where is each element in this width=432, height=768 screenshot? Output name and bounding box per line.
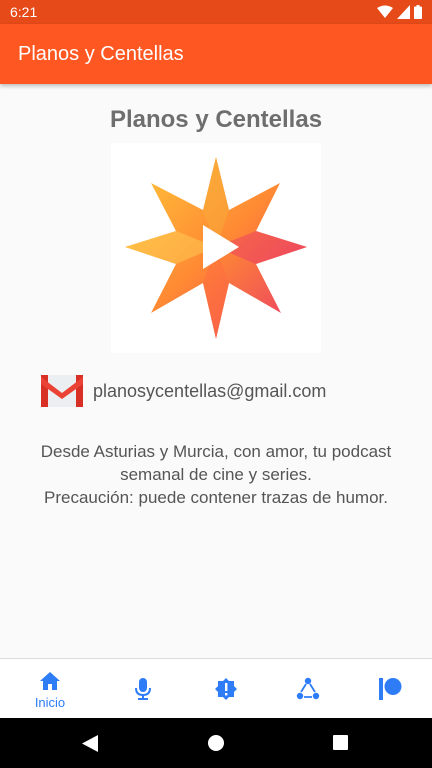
microphone-icon <box>135 678 151 700</box>
recents-icon[interactable] <box>333 735 348 750</box>
patreon-icon <box>379 678 402 700</box>
status-bar: 6:21 <box>0 0 432 24</box>
home-button-icon[interactable] <box>208 735 224 751</box>
nav-item-share[interactable] <box>268 659 348 719</box>
wifi-icon <box>377 5 393 18</box>
gmail-icon <box>41 375 83 407</box>
nav-item-patreon[interactable] <box>350 659 430 719</box>
main-content: Planos y Centellas planosycentellas@gmai… <box>0 84 432 658</box>
page-title: Planos y Centellas <box>109 106 323 133</box>
description-line: semanal de cine y series. <box>120 465 312 484</box>
podcast-logo <box>111 143 321 353</box>
system-navigation-bar <box>0 718 432 768</box>
nav-item-podcast[interactable] <box>103 659 183 719</box>
nav-label-inicio: Inicio <box>34 695 66 710</box>
bottom-navigation: Inicio <box>0 658 432 719</box>
podcast-description: Desde Asturias y Murcia, con amor, tu po… <box>10 440 422 509</box>
alert-badge-icon <box>215 678 237 700</box>
nav-item-alerts[interactable] <box>186 659 266 719</box>
app-bar-title: Planos y Centellas <box>18 43 184 65</box>
status-time: 6:21 <box>10 4 38 20</box>
cell-signal-icon <box>397 5 410 19</box>
description-line: Desde Asturias y Murcia, con amor, tu po… <box>40 442 392 461</box>
status-icons <box>377 5 422 19</box>
nav-item-inicio[interactable]: Inicio <box>10 659 90 719</box>
share-icon <box>296 677 320 700</box>
back-icon[interactable] <box>82 735 98 752</box>
battery-icon <box>414 5 422 19</box>
app-bar: Planos y Centellas <box>0 24 432 84</box>
star-play-logo-icon <box>125 157 307 339</box>
email-contact[interactable]: planosycentellas@gmail.com <box>41 374 326 408</box>
email-address[interactable]: planosycentellas@gmail.com <box>93 381 326 402</box>
home-icon <box>40 672 60 690</box>
description-line: Precaución: puede contener trazas de hum… <box>44 488 388 507</box>
